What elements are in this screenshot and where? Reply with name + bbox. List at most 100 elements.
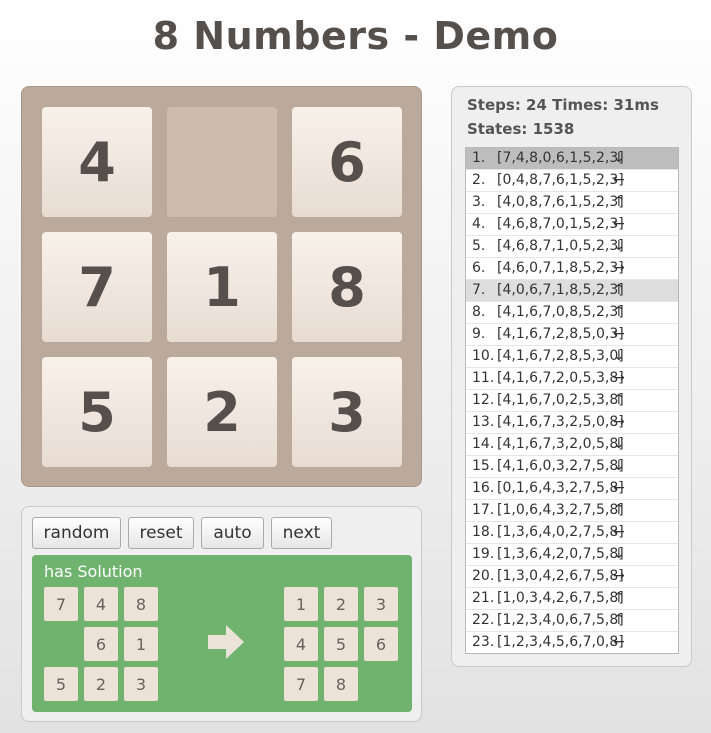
states-label: States: 1538 bbox=[467, 120, 575, 138]
step-number: 21. bbox=[472, 590, 495, 606]
goal-mini-tile: 2 bbox=[324, 587, 358, 621]
step-direction: ↑ bbox=[613, 304, 625, 320]
step-number: 14. bbox=[472, 436, 495, 452]
controls-panel: random reset auto next has Solution 7 4 … bbox=[21, 506, 422, 722]
step-state: [4,1,6,7,0,2,5,3,8] bbox=[497, 392, 624, 408]
start-mini-tile: 6 bbox=[84, 627, 118, 661]
board-tile[interactable]: 2 bbox=[167, 357, 277, 467]
step-row[interactable]: 23. [1,2,3,4,5,6,7,0,8] ← bbox=[466, 632, 678, 653]
start-mini-tile: 7 bbox=[44, 587, 78, 621]
step-direction: ↓ bbox=[613, 458, 625, 474]
steps-list[interactable]: 1. [7,4,8,0,6,1,5,2,3] ↓ 2. [0,4,8,7,6,1,5,2… bbox=[465, 147, 679, 654]
step-number: 7. bbox=[472, 282, 486, 298]
step-direction: ↑ bbox=[613, 392, 625, 408]
board-tile[interactable]: 7 bbox=[42, 232, 152, 342]
step-number: 17. bbox=[472, 502, 495, 518]
step-row[interactable]: 7. [4,0,6,7,1,8,5,2,3] ↑ bbox=[466, 280, 678, 302]
step-direction: ← bbox=[613, 216, 625, 232]
step-number: 1. bbox=[472, 150, 486, 166]
step-row[interactable]: 8. [4,1,6,7,0,8,5,2,3] ↑ bbox=[466, 302, 678, 324]
step-state: [1,2,3,4,5,6,7,0,8] bbox=[497, 634, 624, 650]
step-row[interactable]: 15. [4,1,6,0,3,2,7,5,8] ↓ bbox=[466, 456, 678, 478]
board-tile[interactable]: 1 bbox=[167, 232, 277, 342]
step-state: [4,1,6,7,2,8,5,3,0] bbox=[497, 348, 624, 364]
step-row[interactable]: 11. [4,1,6,7,2,0,5,3,8] → bbox=[466, 368, 678, 390]
step-number: 6. bbox=[472, 260, 486, 276]
step-row[interactable]: 4. [4,6,8,7,0,1,5,2,3] ← bbox=[466, 214, 678, 236]
step-row[interactable]: 21. [1,0,3,4,2,6,7,5,8] ↑ bbox=[466, 588, 678, 610]
random-button[interactable]: random bbox=[32, 517, 121, 549]
step-state: [4,0,6,7,1,8,5,2,3] bbox=[497, 282, 624, 298]
board-tile-empty[interactable] bbox=[167, 107, 277, 217]
board-tile[interactable]: 3 bbox=[292, 357, 402, 467]
step-number: 20. bbox=[472, 568, 495, 584]
step-direction: ↑ bbox=[613, 502, 625, 518]
start-mini-tile: 8 bbox=[124, 587, 158, 621]
step-direction: → bbox=[613, 414, 625, 430]
step-number: 15. bbox=[472, 458, 495, 474]
step-row[interactable]: 1. [7,4,8,0,6,1,5,2,3] ↓ bbox=[466, 148, 678, 170]
goal-mini-tile: 7 bbox=[284, 667, 318, 701]
step-number: 13. bbox=[472, 414, 495, 430]
step-row[interactable]: 9. [4,1,6,7,2,8,5,0,3] ← bbox=[466, 324, 678, 346]
reset-button[interactable]: reset bbox=[128, 517, 194, 549]
step-row[interactable]: 20. [1,3,0,4,2,6,7,5,8] → bbox=[466, 566, 678, 588]
start-mini-tile: 2 bbox=[84, 667, 118, 701]
step-row[interactable]: 5. [4,6,8,7,1,0,5,2,3] ↓ bbox=[466, 236, 678, 258]
step-state: [0,4,8,7,6,1,5,2,3] bbox=[497, 172, 624, 188]
step-state: [1,0,6,4,3,2,7,5,8] bbox=[497, 502, 624, 518]
step-state: [4,1,6,7,2,8,5,0,3] bbox=[497, 326, 624, 342]
step-state: [1,3,0,4,2,6,7,5,8] bbox=[497, 568, 624, 584]
goal-mini-tile: 5 bbox=[324, 627, 358, 661]
step-number: 8. bbox=[472, 304, 486, 320]
step-direction: ↑ bbox=[613, 282, 625, 298]
board-tile[interactable]: 8 bbox=[292, 232, 402, 342]
solution-status: has Solution bbox=[44, 562, 143, 581]
auto-button[interactable]: auto bbox=[201, 517, 264, 549]
step-number: 19. bbox=[472, 546, 495, 562]
board-tile[interactable]: 5 bbox=[42, 357, 152, 467]
step-number: 2. bbox=[472, 172, 486, 188]
step-number: 12. bbox=[472, 392, 495, 408]
step-state: [4,1,6,7,3,2,5,0,8] bbox=[497, 414, 624, 430]
step-row[interactable]: 3. [4,0,8,7,6,1,5,2,3] ↑ bbox=[466, 192, 678, 214]
step-row[interactable]: 13. [4,1,6,7,3,2,5,0,8] → bbox=[466, 412, 678, 434]
board-tile[interactable]: 6 bbox=[292, 107, 402, 217]
goal-mini-tile: 4 bbox=[284, 627, 318, 661]
step-row[interactable]: 18. [1,3,6,4,0,2,7,5,8] ← bbox=[466, 522, 678, 544]
step-direction: ↑ bbox=[613, 590, 625, 606]
step-row[interactable]: 17. [1,0,6,4,3,2,7,5,8] ↑ bbox=[466, 500, 678, 522]
step-row[interactable]: 19. [1,3,6,4,2,0,7,5,8] ↓ bbox=[466, 544, 678, 566]
step-state: [4,6,8,7,0,1,5,2,3] bbox=[497, 216, 624, 232]
start-mini-tile: 3 bbox=[124, 667, 158, 701]
step-state: [0,1,6,4,3,2,7,5,8] bbox=[497, 480, 624, 496]
step-number: 16. bbox=[472, 480, 495, 496]
start-mini-tile: 5 bbox=[44, 667, 78, 701]
step-direction: ↓ bbox=[613, 436, 625, 452]
step-direction: → bbox=[613, 568, 625, 584]
step-row[interactable]: 22. [1,2,3,4,0,6,7,5,8] ↑ bbox=[466, 610, 678, 632]
steps-times-label: Steps: 24 Times: 31ms bbox=[467, 96, 659, 114]
step-direction: ↓ bbox=[613, 238, 625, 254]
puzzle-board: 4 6 7 1 8 5 2 3 bbox=[21, 86, 422, 487]
step-row[interactable]: 12. [4,1,6,7,0,2,5,3,8] ↑ bbox=[466, 390, 678, 412]
goal-mini-tile: 3 bbox=[364, 587, 398, 621]
board-tile[interactable]: 4 bbox=[42, 107, 152, 217]
start-mini-tile: 4 bbox=[84, 587, 118, 621]
step-row[interactable]: 10. [4,1,6,7,2,8,5,3,0] ↓ bbox=[466, 346, 678, 368]
step-row[interactable]: 2. [0,4,8,7,6,1,5,2,3] ← bbox=[466, 170, 678, 192]
step-number: 5. bbox=[472, 238, 486, 254]
step-number: 22. bbox=[472, 612, 495, 628]
step-direction: ← bbox=[613, 326, 625, 342]
goal-mini-tile: 1 bbox=[284, 587, 318, 621]
step-row[interactable]: 6. [4,6,0,7,1,8,5,2,3] → bbox=[466, 258, 678, 280]
goal-mini-tile: 8 bbox=[324, 667, 358, 701]
step-direction: ← bbox=[613, 172, 625, 188]
step-number: 9. bbox=[472, 326, 486, 342]
goal-mini-tile: 6 bbox=[364, 627, 398, 661]
step-row[interactable]: 14. [4,1,6,7,3,2,0,5,8] ↓ bbox=[466, 434, 678, 456]
step-state: [4,1,6,7,0,8,5,2,3] bbox=[497, 304, 624, 320]
step-state: [4,1,6,7,2,0,5,3,8] bbox=[497, 370, 624, 386]
next-button[interactable]: next bbox=[271, 517, 332, 549]
step-row[interactable]: 16. [0,1,6,4,3,2,7,5,8] ← bbox=[466, 478, 678, 500]
